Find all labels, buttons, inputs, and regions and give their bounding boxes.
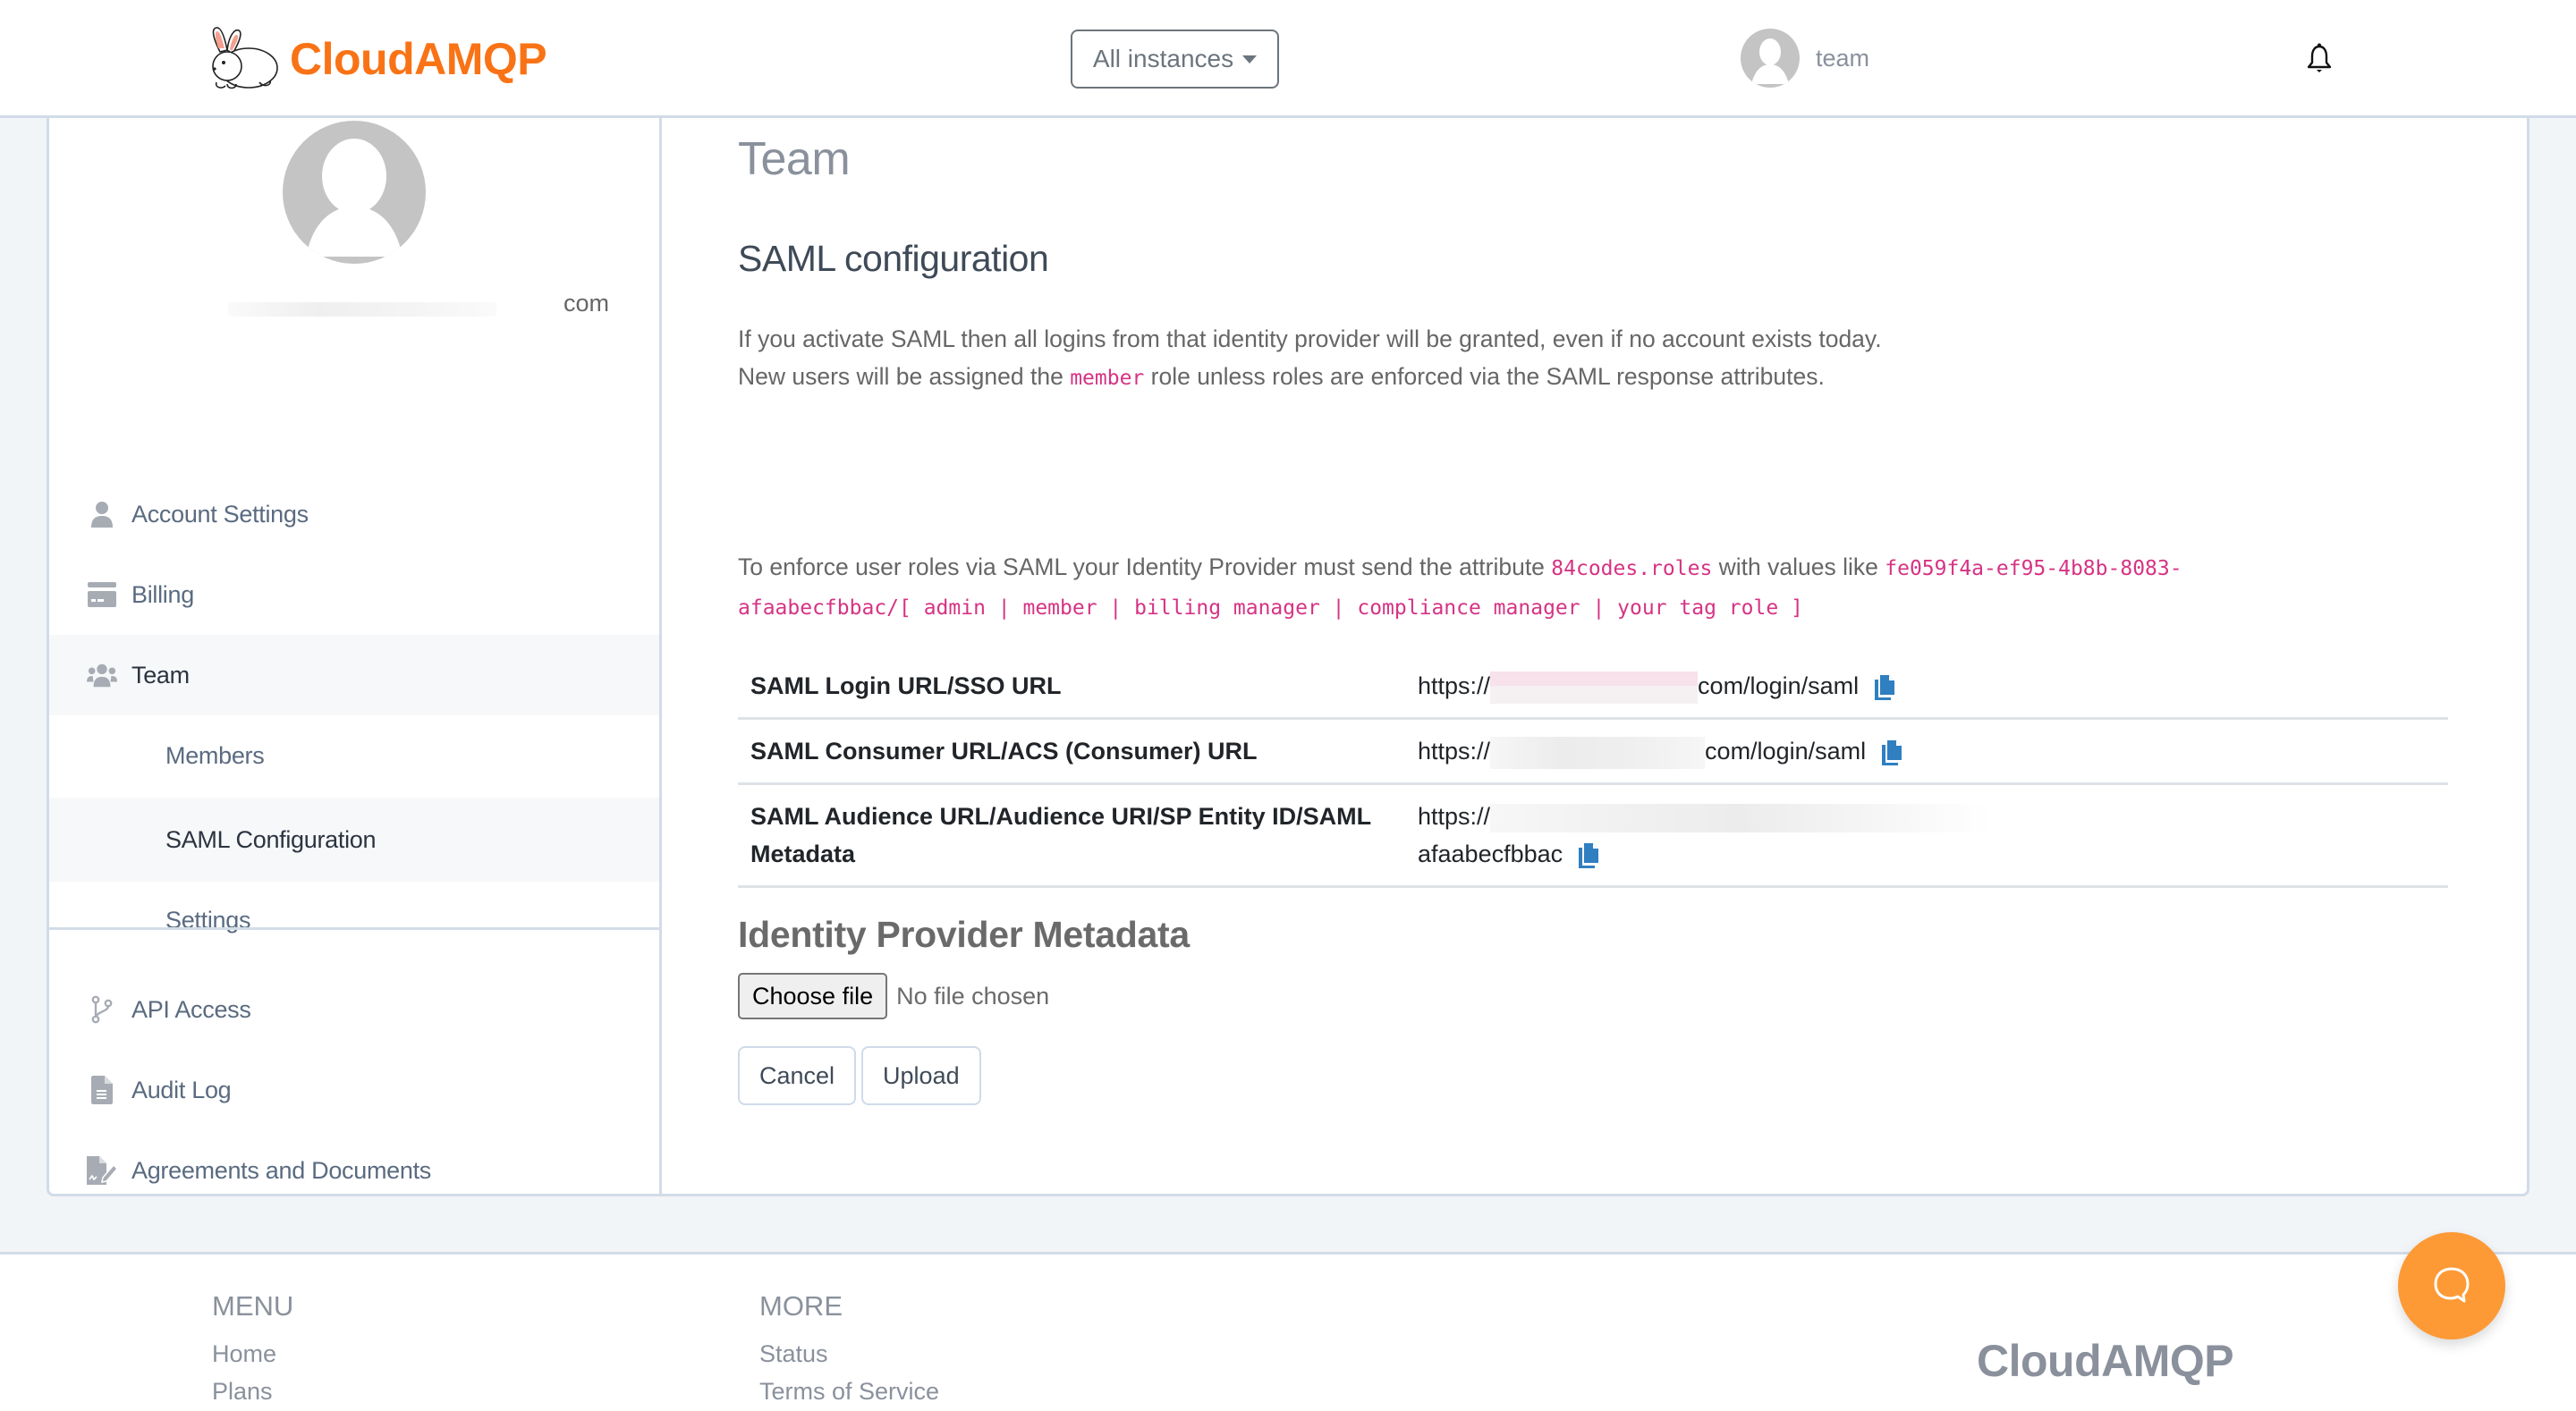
saml-key: SAML Consumer URL/ACS (Consumer) URL	[750, 738, 1258, 765]
footer: MENU Home Plans MORE Status Terms of Ser…	[0, 1252, 2576, 1411]
user-silhouette-icon	[1751, 38, 1789, 84]
redacted-host	[1490, 803, 1992, 832]
code-branch-icon	[87, 994, 117, 1025]
url-prefix: https://	[1418, 672, 1491, 699]
intro-line-1: If you activate SAML then all logins fro…	[738, 325, 1882, 352]
copy-icon[interactable]	[1874, 674, 1894, 700]
file-input[interactable]: Choose file No file chosen	[738, 973, 1049, 1019]
user-menu[interactable]: team	[1741, 29, 1869, 88]
chat-button[interactable]	[2398, 1232, 2505, 1339]
brand-logo[interactable]: CloudAMQP	[208, 25, 547, 93]
saml-value: https:// afaabecfbbac	[1418, 785, 2448, 885]
chat-bubble-icon	[2434, 1267, 2470, 1303]
avatar	[1741, 29, 1800, 88]
cancel-button[interactable]: Cancel	[738, 1046, 857, 1105]
profile-email: com	[139, 290, 609, 325]
page-title: Team	[738, 133, 851, 185]
user-icon	[87, 499, 117, 529]
choose-file-button[interactable]: Choose file	[738, 973, 888, 1019]
footer-link-status[interactable]: Status	[759, 1335, 939, 1373]
sidebar-item-label: API Access	[131, 995, 251, 1023]
top-navbar: CloudAMQP All instances team	[0, 0, 2576, 118]
brand-name: CloudAMQP	[290, 34, 547, 84]
roles-values-code-2: afaabecfbbac/[ admin | member | billing …	[738, 596, 1803, 620]
sidebar-item-audit-log[interactable]: Audit Log	[49, 1050, 659, 1130]
users-icon	[87, 660, 117, 690]
intro-line-2-prefix: New users will be assigned the	[738, 363, 1071, 390]
content-card: com Account Settings Billing Team Member…	[47, 118, 2529, 1196]
sidebar-divider	[49, 927, 659, 930]
footer-link-home[interactable]: Home	[212, 1335, 293, 1373]
url-suffix: com/login/saml	[1698, 672, 1860, 699]
saml-value: https:// com/login/saml	[1418, 655, 2448, 717]
roles-instructions: To enforce user roles via SAML your Iden…	[738, 548, 2437, 627]
copy-icon[interactable]	[1881, 739, 1902, 765]
sidebar: com Account Settings Billing Team Member…	[49, 118, 662, 1194]
sidebar-item-label: SAML Configuration	[165, 825, 377, 853]
sidebar-item-label: Team	[131, 661, 190, 689]
footer-more: MORE Status Terms of Service	[759, 1290, 939, 1410]
sidebar-item-label: Agreements and Documents	[131, 1156, 431, 1184]
form-actions: Cancel Upload	[738, 1046, 981, 1105]
upload-button[interactable]: Upload	[861, 1046, 981, 1105]
saml-key: SAML Audience URL/Audience URI/SP Entity…	[750, 803, 1371, 867]
sidebar-item-team[interactable]: Team	[49, 635, 659, 715]
redacted-host	[1490, 736, 1706, 769]
sidebar-item-label: Members	[165, 741, 265, 769]
file-icon	[87, 1075, 117, 1105]
footer-link-terms[interactable]: Terms of Service	[759, 1373, 939, 1410]
roles-middle: with values like	[1712, 553, 1885, 580]
main-content: Team SAML configuration If you activate …	[738, 118, 2527, 1194]
file-status: No file chosen	[896, 982, 1050, 1010]
roles-attribute-code: 84codes.roles	[1551, 557, 1713, 580]
user-silhouette-icon	[306, 139, 402, 257]
caret-down-icon	[1242, 55, 1258, 63]
instances-dropdown-label: All instances	[1092, 45, 1234, 72]
url-suffix: afaabecfbbac	[1418, 841, 1563, 867]
profile-avatar	[283, 121, 426, 264]
rabbit-logo-icon	[212, 27, 278, 89]
sidebar-item-label: Billing	[131, 580, 194, 608]
table-row: SAML Audience URL/Audience URI/SP Entity…	[738, 785, 2448, 888]
roles-values-code-1: fe059f4a-ef95-4b8b-8083-	[1885, 557, 2182, 580]
section-title: SAML configuration	[738, 238, 1049, 279]
url-prefix: https://	[1418, 803, 1491, 830]
bell-icon[interactable]	[2306, 43, 2333, 73]
sidebar-item-billing[interactable]: Billing	[49, 554, 659, 635]
file-signature-icon	[87, 1155, 117, 1186]
sidebar-subitem-members[interactable]: Members	[49, 715, 659, 796]
instances-dropdown[interactable]: All instances	[1071, 30, 1279, 89]
table-row: SAML Consumer URL/ACS (Consumer) URL htt…	[738, 720, 2448, 785]
credit-card-icon	[87, 579, 117, 610]
sidebar-item-label: Account Settings	[131, 500, 309, 528]
table-row: SAML Login URL/SSO URL https:// com/login…	[738, 655, 2448, 720]
sidebar-subitem-saml-configuration[interactable]: SAML Configuration	[49, 798, 659, 882]
roles-prefix: To enforce user roles via SAML your Iden…	[738, 553, 1552, 580]
sidebar-subitem-settings[interactable]: Settings	[49, 880, 659, 960]
saml-value: https:// com/login/saml	[1418, 720, 2448, 782]
saml-key: SAML Login URL/SSO URL	[750, 672, 1062, 699]
saml-urls-table: SAML Login URL/SSO URL https:// com/login…	[738, 655, 2448, 888]
email-suffix: com	[563, 290, 609, 317]
metadata-title: Identity Provider Metadata	[738, 914, 1190, 955]
member-role-code: member	[1070, 367, 1145, 390]
footer-link-plans[interactable]: Plans	[212, 1373, 293, 1410]
sidebar-item-account-settings[interactable]: Account Settings	[49, 474, 659, 554]
sidebar-item-label: Audit Log	[131, 1076, 232, 1103]
user-name: team	[1816, 44, 1870, 72]
intro-line-2-suffix: role unless roles are enforced via the S…	[1144, 363, 1825, 390]
sidebar-item-agreements[interactable]: Agreements and Documents	[49, 1130, 659, 1211]
redacted-email	[228, 302, 496, 317]
footer-brand: CloudAMQP	[1977, 1336, 2234, 1386]
footer-menu: MENU Home Plans	[212, 1290, 293, 1410]
sidebar-item-api-access[interactable]: API Access	[49, 969, 659, 1050]
footer-menu-heading: MENU	[212, 1290, 294, 1322]
saml-intro: If you activate SAML then all logins fro…	[738, 320, 2437, 397]
url-suffix: com/login/saml	[1705, 738, 1867, 765]
url-prefix: https://	[1418, 738, 1491, 765]
copy-icon[interactable]	[1578, 842, 1598, 868]
footer-more-heading: MORE	[759, 1290, 843, 1322]
redacted-host	[1490, 671, 1699, 704]
